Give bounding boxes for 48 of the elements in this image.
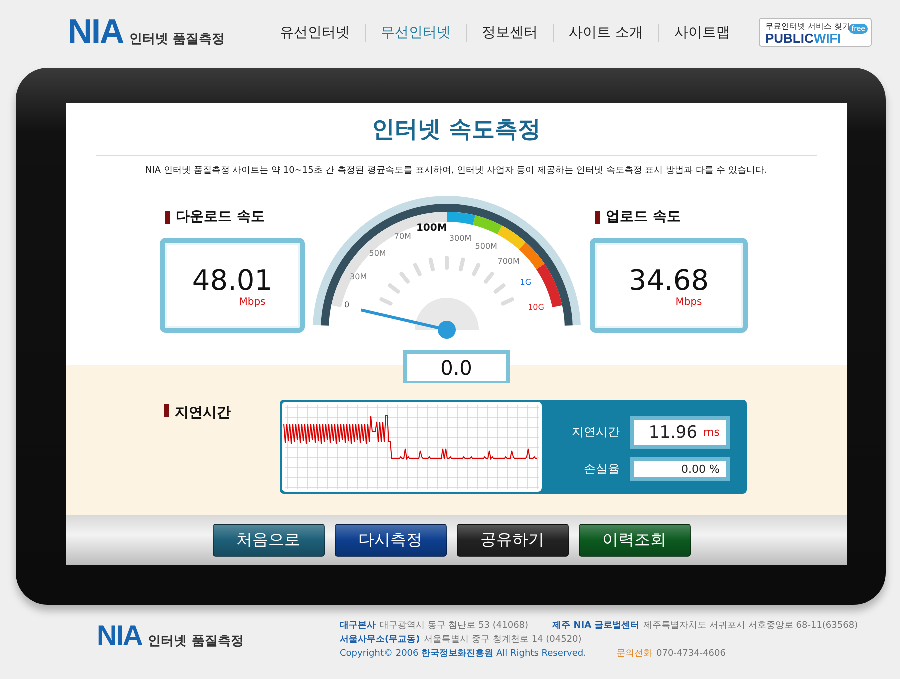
speed-readout: 0.0 xyxy=(403,350,510,385)
footer-text: Copyright© 2006 한국정보화진흥원 All Rights Reserved. xyxy=(340,648,586,661)
gauge-label: 50M xyxy=(369,248,386,258)
speed-value: 48.01 xyxy=(192,264,273,296)
footer-text: 문의전화 xyxy=(616,648,652,661)
gauge-label: 700M xyxy=(498,257,520,266)
metric-label: 지연시간 xyxy=(571,424,621,441)
footer-text: 대구광역시 동구 첨단로 53 (41068) xyxy=(380,620,529,633)
badge-brand: PUBLICWIFI xyxy=(765,32,842,45)
gauge-label: 0 xyxy=(344,300,350,310)
speed-value: 34.68 xyxy=(628,264,710,296)
action-button[interactable]: 처음으로 xyxy=(212,524,324,556)
gauge-label: 70M xyxy=(394,232,412,242)
action-button[interactable]: 다시측정 xyxy=(334,524,446,556)
nav-link[interactable]: 사이트맵 xyxy=(658,24,746,42)
speed-label: 업로드 속도 xyxy=(606,208,681,226)
latency-label: 지연시간 xyxy=(175,404,231,422)
gauge-label: 500M xyxy=(475,242,498,252)
nav-link[interactable]: 정보센터 xyxy=(466,24,553,42)
footer-text: 070-4734-4606 xyxy=(656,648,726,661)
footer-text: 제주특별자치도 서귀포시 서호중앙로 68-11(63568) xyxy=(644,620,858,633)
action-button[interactable]: 공유하기 xyxy=(456,524,568,556)
page-title: 인터넷 속도측정 xyxy=(370,116,542,144)
speed-label: 다운로드 속도 xyxy=(176,208,265,226)
footer-text: 서울사무소(무교동) xyxy=(340,634,420,647)
nav-link[interactable]: 사이트 소개 xyxy=(553,24,658,42)
badge-caption: 무료인터넷 서비스 찾기 xyxy=(765,21,851,32)
metric-label: 손실율 xyxy=(583,460,621,478)
nav-link[interactable]: 무선인터넷 xyxy=(365,24,466,42)
gauge-label: 300M xyxy=(449,234,472,244)
speed-unit: Mbps xyxy=(676,296,702,308)
logo-name: 인터넷 품질측정 xyxy=(130,31,226,48)
logo-mark: NIA xyxy=(97,620,142,652)
gauge-label: 100M xyxy=(416,222,448,234)
action-button[interactable]: 이력조회 xyxy=(578,524,690,556)
gauge-label: 10G xyxy=(528,302,544,312)
footer-text: 제주 NIA 글로벌센터 xyxy=(552,620,640,633)
logo-mark: NIA xyxy=(68,13,124,52)
metric-field: 0.00 % xyxy=(630,457,730,481)
gauge-label: 1G xyxy=(520,278,532,287)
logo-name: 인터넷 품질측정 xyxy=(148,633,244,650)
description: NIA 인터넷 품질측정 사이트는 약 10~15초 간 측정된 평균속도를 표시하여, 인터넷 사업자 등이 제공하는 인터넷 속도측정 표시 방법과 다를 수 있습니다. xyxy=(96,155,817,185)
footer-text: 대구본사 xyxy=(340,620,376,633)
speed-unit: Mbps xyxy=(239,296,266,308)
footer-text: 서울특별시 중구 청계천로 14 (04520) xyxy=(424,634,582,647)
nav-link[interactable]: 유선인터넷 xyxy=(265,24,365,42)
metric-field: 11.96 ms xyxy=(630,416,730,449)
gauge-label: 30M xyxy=(350,272,368,282)
